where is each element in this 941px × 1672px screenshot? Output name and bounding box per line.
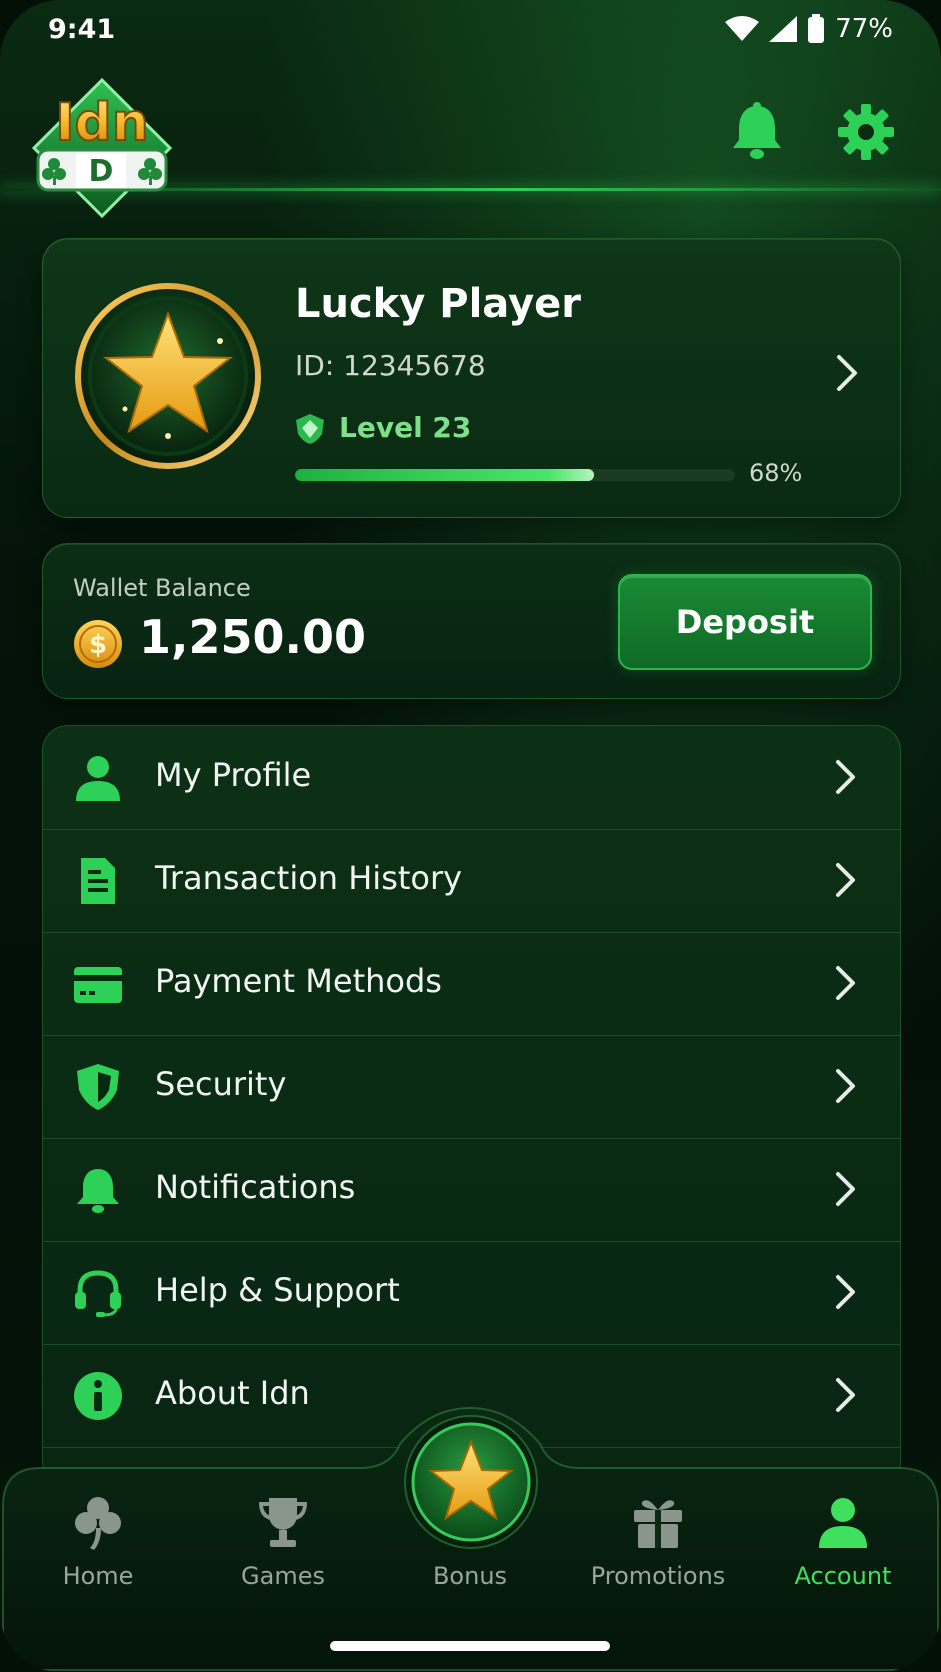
settings-gear-icon[interactable] — [836, 102, 896, 162]
coin-icon: $ — [74, 620, 122, 668]
profile-card[interactable]: Lucky Player ID: 12345678 Level 23 68% — [42, 238, 901, 518]
battery-percent: 77% — [835, 14, 893, 44]
chevron-right-icon[interactable] — [833, 353, 861, 393]
app-screen: 9:41 77% Idn D Lucky Player ID: 12345678… — [0, 0, 941, 1672]
status-time: 9:41 — [48, 14, 116, 45]
wallet-balance-amount: 1,250.00 — [139, 610, 366, 664]
clover-icon — [75, 1497, 121, 1550]
nav-item-promotions[interactable]: Promotions — [578, 1466, 738, 1596]
menu-label: Payment Methods — [155, 962, 442, 1000]
status-bar: 9:41 77% — [0, 0, 941, 60]
chevron-right-icon — [836, 966, 855, 1000]
card-icon — [74, 967, 122, 1003]
level-shield-icon — [296, 414, 324, 444]
notifications-bell-icon[interactable] — [728, 102, 786, 162]
nav-label: Home — [62, 1562, 134, 1590]
shield-icon — [77, 1064, 119, 1110]
menu-item-notifications[interactable]: Notifications — [43, 1138, 900, 1242]
player-id: ID: 12345678 — [295, 349, 486, 382]
menu-label: Notifications — [155, 1168, 356, 1206]
document-icon — [81, 858, 115, 904]
player-level: Level 23 — [339, 411, 472, 444]
wallet-label: Wallet Balance — [73, 574, 251, 602]
deposit-button[interactable]: Deposit — [618, 574, 872, 670]
gift-icon — [634, 1500, 682, 1548]
menu-item-help-support[interactable]: Help & Support — [43, 1241, 900, 1345]
headset-icon — [75, 1270, 121, 1317]
nav-label: Bonus — [432, 1562, 508, 1590]
menu-label: Help & Support — [155, 1271, 400, 1309]
menu-label: Transaction History — [155, 859, 463, 897]
chevron-right-icon — [836, 1069, 855, 1103]
menu-item-my-profile[interactable]: My Profile — [43, 726, 900, 830]
battery-icon — [808, 14, 825, 43]
status-icons: 77% — [725, 14, 893, 44]
menu-item-payment-methods[interactable]: Payment Methods — [43, 932, 900, 1036]
user-icon — [819, 1498, 867, 1548]
nav-label: Account — [794, 1562, 892, 1590]
nav-item-home[interactable]: Home — [18, 1466, 178, 1596]
chevron-right-icon — [836, 1275, 855, 1309]
wifi-icon — [725, 16, 760, 41]
avatar-star-icon — [75, 283, 261, 469]
nav-label: Promotions — [590, 1562, 726, 1590]
level-progress-bar — [295, 469, 735, 481]
wallet-card: Wallet Balance $ 1,250.00 Deposit — [42, 543, 901, 699]
menu-item-transaction-history[interactable]: Transaction History — [43, 829, 900, 933]
menu-item-security[interactable]: Security — [43, 1035, 900, 1139]
nav-item-account[interactable]: Account — [763, 1466, 923, 1596]
idn-logo[interactable]: Idn D — [30, 78, 175, 220]
logo-text: Idn — [55, 93, 149, 153]
player-name: Lucky Player — [295, 281, 581, 327]
trophy-icon — [259, 1498, 307, 1547]
menu-label: My Profile — [155, 756, 312, 794]
account-menu: My Profile Transaction History Payment M… — [42, 725, 901, 1487]
nav-item-games[interactable]: Games — [203, 1466, 363, 1596]
user-icon — [76, 756, 120, 801]
menu-label: Security — [155, 1065, 287, 1103]
nav-label: Games — [241, 1562, 325, 1590]
chevron-right-icon — [836, 760, 855, 794]
chevron-right-icon — [836, 863, 855, 897]
signal-icon — [769, 16, 798, 42]
bell-icon — [77, 1169, 119, 1213]
level-progress-percent: 68% — [749, 459, 803, 487]
svg-text:$: $ — [89, 630, 107, 660]
level-progress-fill — [295, 469, 595, 481]
chevron-right-icon — [836, 1172, 855, 1206]
home-indicator — [330, 1641, 610, 1651]
logo-reel-letter: D — [89, 154, 114, 189]
bonus-star-icon[interactable] — [403, 1414, 539, 1550]
